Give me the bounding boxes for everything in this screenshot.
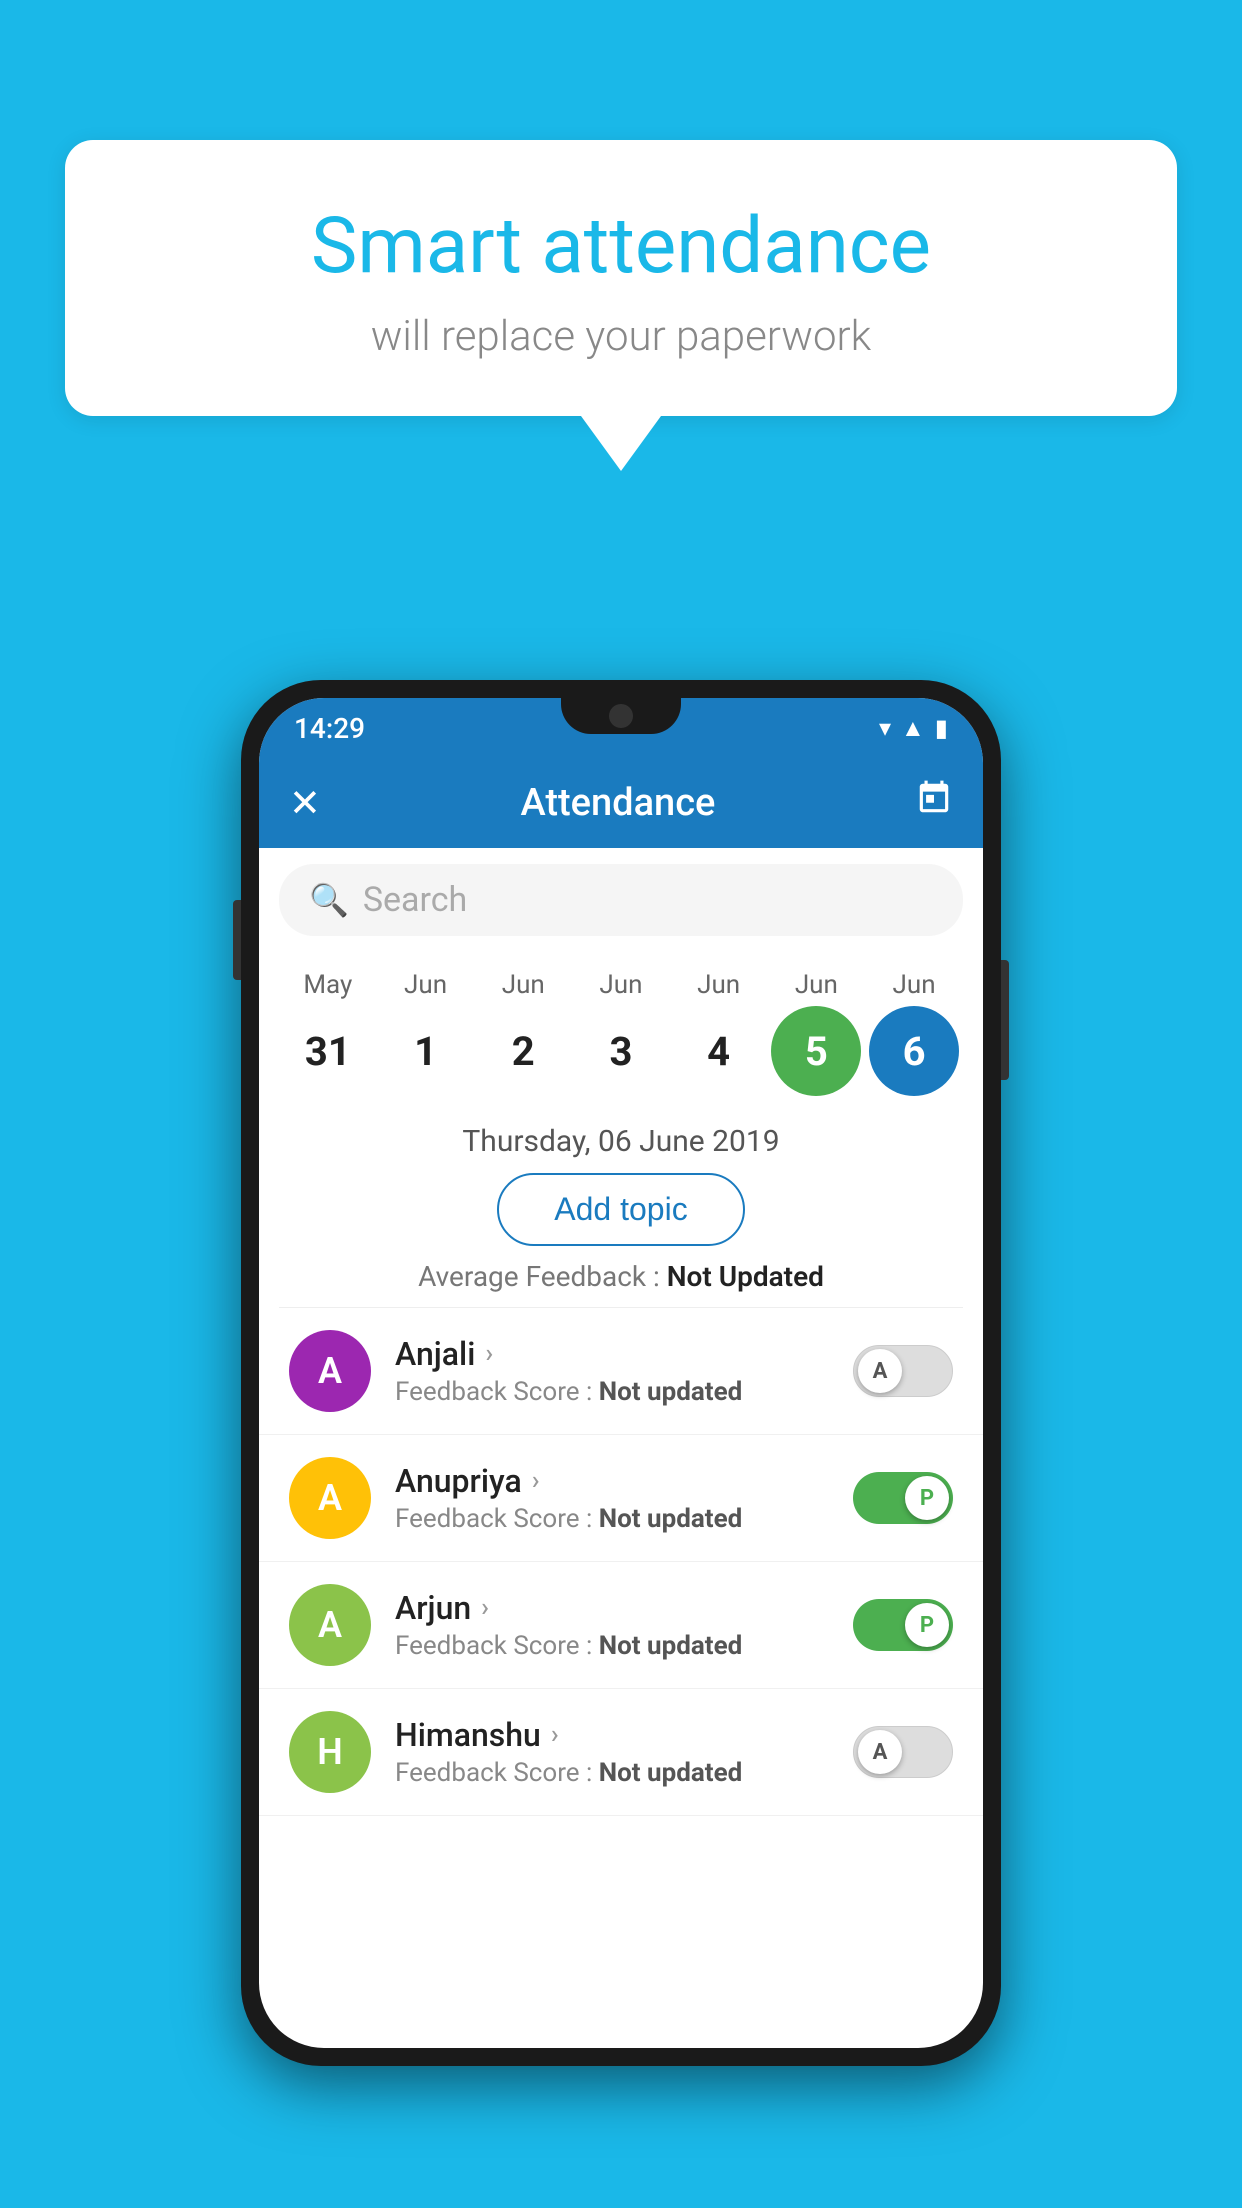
speech-bubble-section: Smart attendance will replace your paper… [65,140,1177,471]
app-bar: ✕ Attendance [259,758,983,848]
phone-screen: 14:29 ▾ ▲ ▮ ✕ Attendance 🔍 [259,698,983,2048]
student-item-anjali: A Anjali › Feedback Score : Not updated … [259,1308,983,1435]
avatar-arjun: A [289,1584,371,1666]
chevron-icon: › [481,1593,489,1623]
app-bar-title: Attendance [341,781,895,825]
calendar-months-row: May Jun Jun Jun Jun Jun Jun [259,952,983,1000]
cal-month-4[interactable]: Jun [674,970,764,1000]
calendar-dates-row: 31 1 2 3 4 5 6 [259,1000,983,1114]
front-camera [609,704,633,728]
toggle-knob-arjun: P [905,1603,949,1647]
average-feedback: Average Feedback : Not Updated [259,1260,983,1307]
student-info-anjali[interactable]: Anjali › Feedback Score : Not updated [395,1335,829,1407]
toggle-himanshu[interactable]: A [853,1726,953,1778]
student-score-anjali: Feedback Score : Not updated [395,1377,829,1407]
phone-notch [561,698,681,734]
cal-month-0[interactable]: May [283,970,373,1000]
battery-icon: ▮ [935,714,948,742]
phone-frame: 14:29 ▾ ▲ ▮ ✕ Attendance 🔍 [241,680,1001,2066]
student-list: A Anjali › Feedback Score : Not updated … [259,1308,983,1816]
cal-date-5[interactable]: 5 [771,1006,861,1096]
cal-month-5[interactable]: Jun [771,970,861,1000]
power-button [1001,960,1009,1080]
status-icons: ▾ ▲ ▮ [879,714,948,743]
student-item-anupriya: A Anupriya › Feedback Score : Not update… [259,1435,983,1562]
student-name-anupriya: Anupriya › [395,1462,829,1500]
toggle-knob-himanshu: A [858,1730,902,1774]
bubble-subtitle: will replace your paperwork [145,312,1097,361]
student-name-himanshu: Himanshu › [395,1716,829,1754]
student-item-arjun: A Arjun › Feedback Score : Not updated P [259,1562,983,1689]
cal-date-3[interactable]: 3 [576,1006,666,1096]
speech-bubble: Smart attendance will replace your paper… [65,140,1177,416]
bubble-tail [581,416,661,471]
signal-icon: ▲ [901,714,925,743]
cal-date-4[interactable]: 4 [674,1006,764,1096]
selected-date-label: Thursday, 06 June 2019 [259,1114,983,1173]
cal-date-2[interactable]: 2 [478,1006,568,1096]
volume-button [233,900,241,980]
phone-mockup: 14:29 ▾ ▲ ▮ ✕ Attendance 🔍 [241,680,1001,2066]
student-score-arjun: Feedback Score : Not updated [395,1631,829,1661]
student-name-anjali: Anjali › [395,1335,829,1373]
wifi-icon: ▾ [879,714,891,742]
add-topic-button[interactable]: Add topic [497,1173,744,1246]
cal-date-31[interactable]: 31 [283,1006,373,1096]
cal-month-1[interactable]: Jun [381,970,471,1000]
student-score-anupriya: Feedback Score : Not updated [395,1504,829,1534]
student-item-himanshu: H Himanshu › Feedback Score : Not update… [259,1689,983,1816]
student-info-anupriya[interactable]: Anupriya › Feedback Score : Not updated [395,1462,829,1534]
close-button[interactable]: ✕ [289,781,321,826]
toggle-anjali[interactable]: A [853,1345,953,1397]
student-score-himanshu: Feedback Score : Not updated [395,1758,829,1788]
search-icon: 🔍 [309,881,349,919]
toggle-anupriya[interactable]: P [853,1472,953,1524]
bubble-title: Smart attendance [145,200,1097,294]
avg-feedback-label: Average Feedback : [418,1260,667,1293]
cal-date-1[interactable]: 1 [381,1006,471,1096]
avatar-anjali: A [289,1330,371,1412]
calendar-button[interactable] [915,779,953,827]
avg-feedback-value: Not Updated [667,1260,824,1293]
avatar-himanshu: H [289,1711,371,1793]
student-name-arjun: Arjun › [395,1589,829,1627]
cal-month-3[interactable]: Jun [576,970,666,1000]
toggle-arjun[interactable]: P [853,1599,953,1651]
search-input[interactable]: Search [363,880,467,920]
toggle-knob-anupriya: P [905,1476,949,1520]
toggle-knob-anjali: A [858,1349,902,1393]
student-info-arjun[interactable]: Arjun › Feedback Score : Not updated [395,1589,829,1661]
cal-date-6[interactable]: 6 [869,1006,959,1096]
cal-month-6[interactable]: Jun [869,970,959,1000]
search-bar[interactable]: 🔍 Search [279,864,963,936]
status-time: 14:29 [294,712,365,745]
avatar-anupriya: A [289,1457,371,1539]
student-info-himanshu[interactable]: Himanshu › Feedback Score : Not updated [395,1716,829,1788]
chevron-icon: › [551,1720,559,1750]
chevron-icon: › [485,1339,493,1369]
chevron-icon: › [532,1466,540,1496]
cal-month-2[interactable]: Jun [478,970,568,1000]
